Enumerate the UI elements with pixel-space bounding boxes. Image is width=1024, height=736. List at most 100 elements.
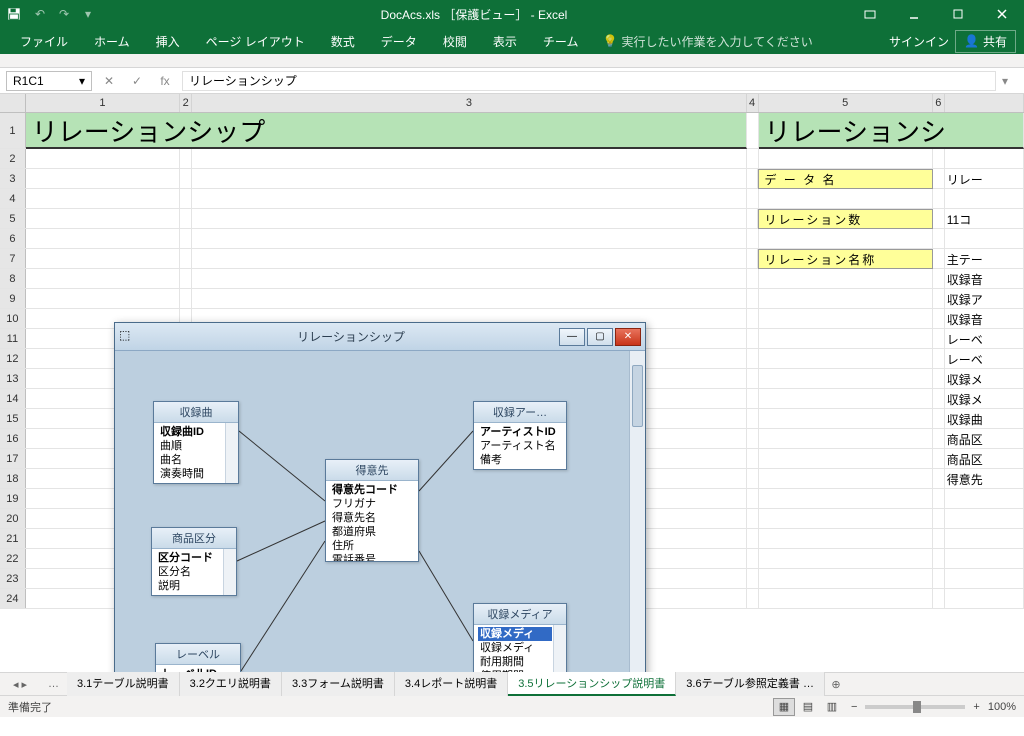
cell[interactable]: レーベ [945, 349, 1024, 369]
row-header[interactable]: 1 [0, 113, 26, 148]
redo-icon[interactable]: ↷ [52, 0, 76, 28]
row-header[interactable]: 20 [0, 509, 26, 528]
cell[interactable]: リレーションシップ [26, 113, 747, 149]
cell[interactable]: 商品区 [945, 429, 1024, 449]
cell[interactable] [180, 149, 192, 169]
cell[interactable]: リレーションシ [759, 113, 1024, 149]
table-field[interactable]: 使用期間 [478, 669, 552, 672]
cell[interactable] [945, 489, 1024, 509]
cell[interactable] [26, 229, 180, 249]
table-field[interactable]: アーティストID [478, 425, 562, 439]
worksheet-grid[interactable]: 1 2 3 4 5 6 1リレーションシップリレーションシ23デ ー タ 名リレ… [0, 94, 1024, 672]
table-field[interactable]: フリガナ [330, 497, 414, 511]
table-field[interactable]: 区分コード [156, 551, 222, 565]
cell[interactable] [747, 369, 759, 389]
col-header[interactable]: 6 [933, 94, 945, 112]
cell[interactable]: 収録メ [945, 369, 1024, 389]
sheet-tab[interactable]: 3.5リレーションシップ説明書 [508, 672, 676, 696]
cell[interactable] [945, 569, 1024, 589]
row-header[interactable]: 15 [0, 409, 26, 428]
table-field[interactable]: 曲順 [158, 439, 224, 453]
cell[interactable] [192, 209, 746, 229]
cell[interactable]: 収録曲 [945, 409, 1024, 429]
cell[interactable]: 収録音 [945, 309, 1024, 329]
cell[interactable]: 収録メ [945, 389, 1024, 409]
formula-cancel-icon[interactable]: ✕ [98, 74, 120, 88]
cell[interactable]: リレー [945, 169, 1024, 189]
table-field[interactable]: 曲名 [158, 453, 224, 467]
table-field[interactable]: 説明 [156, 579, 222, 593]
cell[interactable] [933, 169, 945, 189]
signin-link[interactable]: サインイン [889, 33, 949, 50]
cell[interactable] [933, 529, 945, 549]
cell[interactable] [192, 189, 746, 209]
cell[interactable] [747, 529, 759, 549]
row-header[interactable]: 24 [0, 589, 26, 608]
cell[interactable] [747, 549, 759, 569]
zoom-out-icon[interactable]: − [851, 701, 857, 713]
table-field[interactable]: レーベルID [160, 667, 236, 672]
row-header[interactable]: 14 [0, 389, 26, 408]
row-header[interactable]: 6 [0, 229, 26, 248]
cell[interactable] [759, 409, 933, 429]
cell[interactable] [759, 309, 933, 329]
row-header[interactable]: 11 [0, 329, 26, 348]
cell[interactable] [759, 429, 933, 449]
cell[interactable] [933, 349, 945, 369]
cell[interactable] [945, 549, 1024, 569]
table-field[interactable]: 収録メディ [478, 641, 552, 655]
cell[interactable] [759, 509, 933, 529]
cell[interactable] [192, 169, 746, 189]
cell[interactable] [180, 169, 192, 189]
cell[interactable] [747, 113, 759, 149]
row-header[interactable]: 21 [0, 529, 26, 548]
cell[interactable] [759, 289, 933, 309]
cell[interactable] [759, 449, 933, 469]
row-header[interactable]: 5 [0, 209, 26, 228]
cell[interactable]: リレーション名称 [758, 249, 932, 269]
col-header[interactable]: 3 [192, 94, 747, 112]
cell[interactable] [933, 389, 945, 409]
col-header[interactable]: 5 [759, 94, 933, 112]
cell[interactable] [759, 529, 933, 549]
cell[interactable]: 収録ア [945, 289, 1024, 309]
qat-dropdown-icon[interactable]: ▾ [76, 0, 100, 28]
view-normal-icon[interactable]: ▦ [773, 698, 795, 716]
cell[interactable]: 商品区 [945, 449, 1024, 469]
cell[interactable] [747, 229, 759, 249]
cell[interactable] [26, 209, 180, 229]
table-field[interactable]: 電話番号 [330, 553, 414, 561]
cell[interactable] [180, 209, 192, 229]
row-header[interactable]: 3 [0, 169, 26, 188]
cell[interactable] [933, 269, 945, 289]
row-header[interactable]: 17 [0, 449, 26, 468]
view-page-layout-icon[interactable]: ▤ [797, 698, 819, 716]
cell[interactable] [933, 549, 945, 569]
rel-maximize-icon[interactable]: ▢ [587, 328, 613, 346]
table-t1[interactable]: 収録曲収録曲ID曲順曲名演奏時間 [153, 401, 239, 484]
relationship-canvas[interactable]: 収録曲収録曲ID曲順曲名演奏時間商品区分区分コード区分名説明レーベルレーベルID… [115, 351, 645, 672]
row-header[interactable]: 4 [0, 189, 26, 208]
cell[interactable] [180, 229, 192, 249]
table-field[interactable]: 演奏時間 [158, 467, 224, 481]
tab-data[interactable]: データ [369, 29, 429, 54]
cell[interactable] [759, 189, 933, 209]
row-header[interactable]: 16 [0, 429, 26, 448]
tab-view[interactable]: 表示 [481, 29, 529, 54]
row-header[interactable]: 22 [0, 549, 26, 568]
row-header[interactable]: 18 [0, 469, 26, 488]
cell[interactable] [747, 489, 759, 509]
row-header[interactable]: 8 [0, 269, 26, 288]
close-icon[interactable] [980, 0, 1024, 28]
cell[interactable] [933, 509, 945, 529]
row-header[interactable]: 23 [0, 569, 26, 588]
cell[interactable] [933, 329, 945, 349]
cell[interactable] [933, 589, 945, 609]
rel-close-icon[interactable]: ✕ [615, 328, 641, 346]
tab-home[interactable]: ホーム [82, 29, 142, 54]
cell[interactable] [26, 189, 180, 209]
cell[interactable] [192, 289, 746, 309]
cell[interactable] [747, 389, 759, 409]
table-field[interactable]: 収録曲ID [158, 425, 224, 439]
cell[interactable] [759, 549, 933, 569]
